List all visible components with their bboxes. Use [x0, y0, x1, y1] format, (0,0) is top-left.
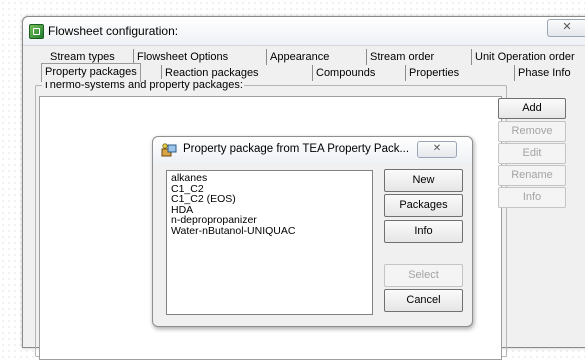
- tab-property-packages[interactable]: Property packages: [41, 63, 141, 82]
- rename-button[interactable]: Rename: [498, 165, 566, 186]
- list-item[interactable]: n-depropropanizer: [171, 215, 368, 226]
- dialog-close-button[interactable]: ✕: [417, 141, 457, 158]
- list-item[interactable]: alkanes: [171, 173, 368, 184]
- info-button[interactable]: Info: [498, 187, 566, 208]
- app-icon: [29, 24, 44, 39]
- dialog-title-bar[interactable]: Property package from TEA Property Pack.…: [153, 137, 472, 163]
- tab-flowsheet-options[interactable]: Flowsheet Options: [133, 49, 231, 65]
- property-package-dialog: Property package from TEA Property Pack.…: [152, 136, 473, 327]
- list-item[interactable]: C1_C2 (EOS): [171, 194, 368, 205]
- list-item[interactable]: Water-nButanol-UNIQUAC: [171, 225, 368, 237]
- tab-phase-info[interactable]: Phase Info: [514, 65, 574, 81]
- select-button[interactable]: Select: [384, 264, 463, 287]
- packages-button[interactable]: Packages: [384, 194, 463, 217]
- package-list[interactable]: alkanes C1_C2 C1_C2 (EOS) HDA n-depropro…: [166, 170, 373, 315]
- cancel-button[interactable]: Cancel: [384, 289, 463, 312]
- title-bar[interactable]: Flowsheet configuration: ✕: [23, 17, 585, 46]
- dialog-title: Property package from TEA Property Pack.…: [183, 143, 410, 155]
- tab-compounds[interactable]: Compounds: [312, 65, 378, 81]
- tab-appearance[interactable]: Appearance: [266, 49, 332, 65]
- package-icon: [161, 143, 177, 157]
- tab-unit-operation-order[interactable]: Unit Operation order: [471, 49, 578, 65]
- remove-button[interactable]: Remove: [498, 121, 566, 142]
- new-button[interactable]: New: [384, 169, 463, 192]
- window-title: Flowsheet configuration:: [48, 24, 179, 38]
- close-button[interactable]: ✕: [547, 19, 585, 37]
- tab-stream-order[interactable]: Stream order: [366, 49, 437, 65]
- dialog-info-button[interactable]: Info: [384, 220, 463, 243]
- add-button[interactable]: Add: [498, 98, 566, 119]
- edit-button[interactable]: Edit: [498, 143, 566, 164]
- tab-properties[interactable]: Properties: [405, 65, 462, 81]
